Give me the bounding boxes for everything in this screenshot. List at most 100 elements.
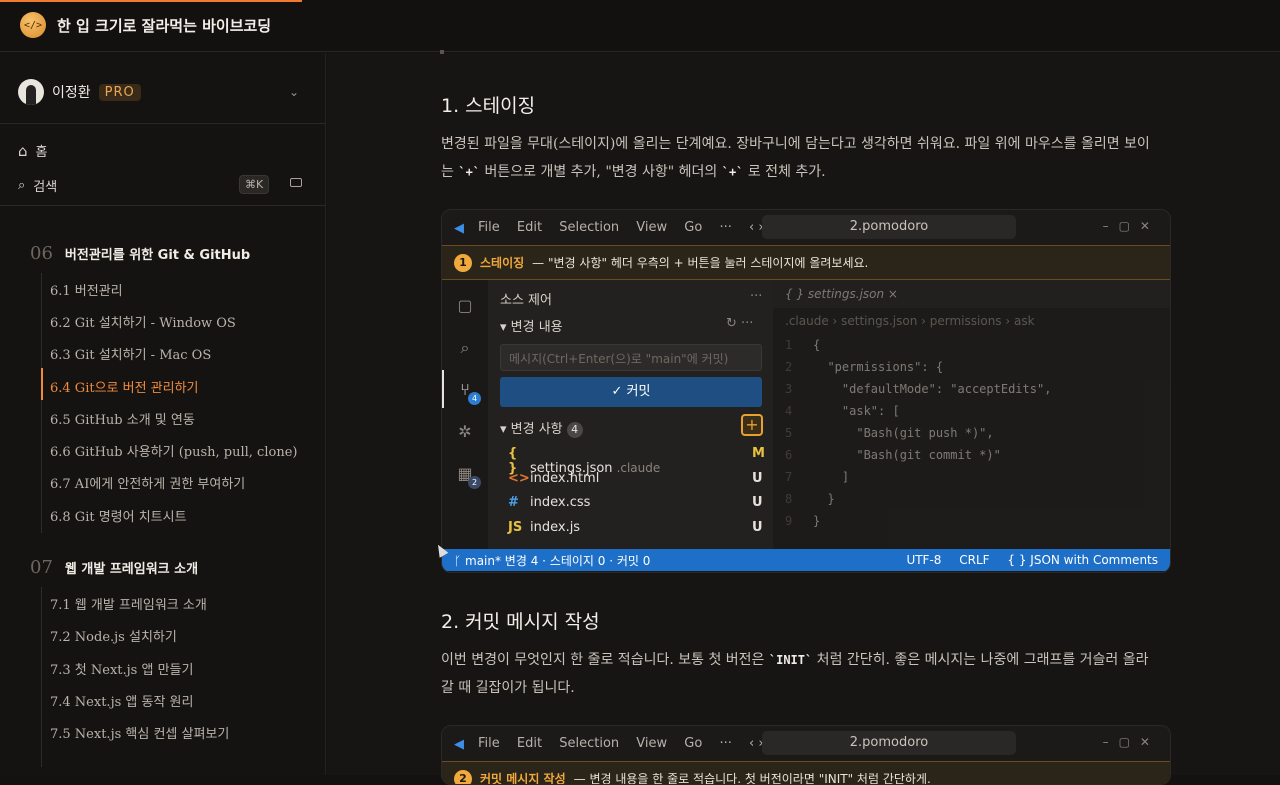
ide-body: ▢ ⌕ ⑂ 4 ✲ ▦ 2 소스 제어 ··· ▾ 변경 내용 ↻ ··· 메시… [442, 280, 1170, 549]
code-line: 4 "ask": [ [785, 400, 1171, 422]
monitor-icon[interactable] [290, 178, 302, 187]
site-title[interactable]: 한 입 크기로 잘라먹는 바이브코딩 [57, 15, 271, 36]
menu-file[interactable]: File [478, 736, 500, 751]
lesson-item[interactable]: 7.4 Next.js 앱 동작 원리 [50, 691, 193, 710]
ide-titlebar: ◀ File Edit Selection View Go ··· ‹ › 2.… [442, 726, 1170, 761]
code-line: 7 ] [785, 466, 1171, 488]
menu-go[interactable]: Go [684, 736, 702, 751]
commit-button[interactable]: ✓ 커밋 [500, 377, 762, 407]
code-block: 1{2 "permissions": {3 "defaultMode": "ac… [773, 334, 1171, 532]
divider [0, 123, 326, 124]
lesson-item[interactable]: 7.5 Next.js 핵심 컨셉 살펴보기 [50, 723, 229, 742]
refresh-icon[interactable]: ↻ ··· [726, 316, 753, 331]
lesson-item[interactable]: 7.2 Node.js 설치하기 [50, 626, 177, 645]
nav-search[interactable]: ⌕ 검색 [18, 176, 57, 195]
commit-message-input[interactable]: 메시지(Ctrl+Enter(으)로 "main"에 커밋) [500, 344, 762, 371]
more-icon[interactable]: ··· [750, 289, 762, 304]
menu-file[interactable]: File [478, 220, 500, 235]
file-status: U [752, 471, 763, 486]
active-indicator [41, 368, 43, 400]
window-title[interactable]: 2.pomodoro [762, 215, 1016, 239]
branch-status[interactable]: ᚴ main* 변경 4 · 스테이지 0 · 커밋 0 [454, 552, 650, 569]
lesson-item[interactable]: 6.6 GitHub 사용하기 (push, pull, clone) [50, 441, 297, 460]
menu-go[interactable]: Go [684, 220, 702, 235]
stage-all-button[interactable]: + [741, 414, 763, 436]
menu-selection[interactable]: Selection [559, 736, 619, 751]
section-07[interactable]: 07 웹 개발 프레임워크 소개 [30, 557, 198, 578]
menu-edit[interactable]: Edit [517, 736, 542, 751]
section-rail [41, 273, 42, 533]
site-logo-icon[interactable]: </> [20, 12, 46, 38]
inline-code: `INIT` [769, 653, 812, 667]
ide-screenshot-2: ◀ File Edit Selection View Go ··· ‹ › 2.… [441, 725, 1171, 785]
lesson-item[interactable]: 7.1 웹 개발 프레임워크 소개 [50, 594, 207, 613]
menu-view[interactable]: View [636, 220, 667, 235]
explorer-icon[interactable]: ▢ [456, 296, 474, 314]
ide-menu: File Edit Selection View Go ··· ‹ › [478, 220, 777, 235]
section-title: 버전관리를 위한 Git & GitHub [65, 244, 250, 263]
changes-header[interactable]: ▾ 변경 사항4 [500, 418, 583, 438]
hint-banner: 2 커밋 메시지 작성 — 변경 내용을 한 줄로 적습니다. 첫 버전이라면 … [442, 761, 1170, 785]
step-number: 1 [454, 254, 472, 272]
lesson-item[interactable]: 7.3 첫 Next.js 앱 만들기 [50, 659, 193, 678]
debug-icon[interactable]: ✲ [456, 422, 474, 440]
eol-status[interactable]: CRLF [959, 553, 989, 567]
reading-progress-bar [0, 0, 302, 2]
file-row[interactable]: JSindex.js [508, 520, 580, 535]
changes-group-label: 변경 내용 [511, 320, 563, 335]
section-number: 06 [30, 243, 53, 264]
bullet-marker [440, 50, 444, 54]
step-text: — "변경 사항" 헤더 우측의 + 버튼을 눌러 스테이지에 올려보세요. [532, 254, 868, 271]
lesson-item[interactable]: 6.8 Git 명령어 치트시트 [50, 506, 187, 525]
menu-more[interactable]: ··· [719, 220, 731, 235]
code-line: 3 "defaultMode": "acceptEdits", [785, 378, 1171, 400]
lesson-item[interactable]: 6.3 Git 설치하기 - Mac OS [50, 344, 211, 363]
active-indicator [442, 370, 444, 408]
divider [0, 205, 326, 206]
search-shortcut-badge: ⌘K [239, 175, 269, 194]
nav-home-label: 홈 [36, 141, 48, 160]
file-name: index.js [530, 520, 580, 535]
logo-glyph: </> [24, 20, 42, 31]
nav-home[interactable]: ⌂ 홈 [18, 141, 48, 160]
chevron-down-icon[interactable]: ⌄ [289, 85, 299, 99]
window-controls[interactable]: –▢✕ [1103, 735, 1160, 749]
code-line: 9} [785, 510, 1171, 532]
encoding-status[interactable]: UTF-8 [906, 553, 941, 567]
file-name: index.css [530, 495, 590, 510]
window-title[interactable]: 2.pomodoro [762, 731, 1016, 755]
section-06[interactable]: 06 버전관리를 위한 Git & GitHub [30, 243, 250, 264]
menu-view[interactable]: View [636, 736, 667, 751]
file-status: U [752, 495, 763, 510]
menu-selection[interactable]: Selection [559, 220, 619, 235]
window-controls[interactable]: –▢✕ [1103, 219, 1160, 233]
text: 버튼으로 개별 추가, "변경 사항" 헤더의 [480, 164, 722, 180]
lesson-item[interactable]: 6.7 AI에게 안전하게 권한 부여하기 [50, 473, 245, 492]
menu-edit[interactable]: Edit [517, 220, 542, 235]
section-number: 07 [30, 557, 53, 578]
menu-more[interactable]: ··· [719, 736, 731, 751]
lesson-item[interactable]: 6.5 GitHub 소개 및 연동 [50, 409, 195, 428]
code-line: 5 "Bash(git push *)", [785, 422, 1171, 444]
sidebar: 이정환 PRO ⌄ ⌂ 홈 ⌕ 검색 ⌘K 06 버전관리를 위한 Git & … [0, 53, 326, 775]
ide-screenshot: ◀ File Edit Selection View Go ··· ‹ › 2.… [441, 209, 1171, 573]
language-status[interactable]: { } JSON with Comments [1007, 553, 1158, 567]
file-row[interactable]: <>index.html [508, 471, 599, 486]
avatar [18, 79, 44, 105]
paragraph-commit: 이번 변경이 무엇인지 한 줄로 적습니다. 보통 첫 버전은 `INIT` 처… [441, 646, 1161, 702]
lesson-item[interactable]: 6.2 Git 설치하기 - Window OS [50, 312, 236, 331]
lesson-item[interactable]: 6.1 버전관리 [50, 280, 123, 299]
search-icon[interactable]: ⌕ [456, 338, 474, 356]
editor-tab[interactable]: { } settings.json × [773, 280, 1171, 308]
changes-group[interactable]: ▾ 변경 내용 [500, 316, 563, 335]
pro-badge: PRO [99, 84, 141, 101]
step-text: — 변경 내용을 한 줄로 적습니다. 첫 버전이라면 "INIT" 처럼 간단… [574, 770, 931, 785]
section-title: 웹 개발 프레임워크 소개 [65, 558, 198, 577]
changes-header-label: 변경 사항 [511, 422, 563, 437]
user-menu[interactable]: 이정환 PRO [18, 79, 141, 105]
user-name: 이정환 [52, 82, 91, 102]
file-row[interactable]: #index.css [508, 495, 590, 510]
ide-titlebar: ◀ File Edit Selection View Go ··· ‹ › 2.… [442, 210, 1170, 245]
lesson-item-active[interactable]: 6.4 Git으로 버전 관리하기 [50, 377, 199, 396]
editor-pane: { } settings.json × .claude › settings.j… [773, 280, 1171, 549]
